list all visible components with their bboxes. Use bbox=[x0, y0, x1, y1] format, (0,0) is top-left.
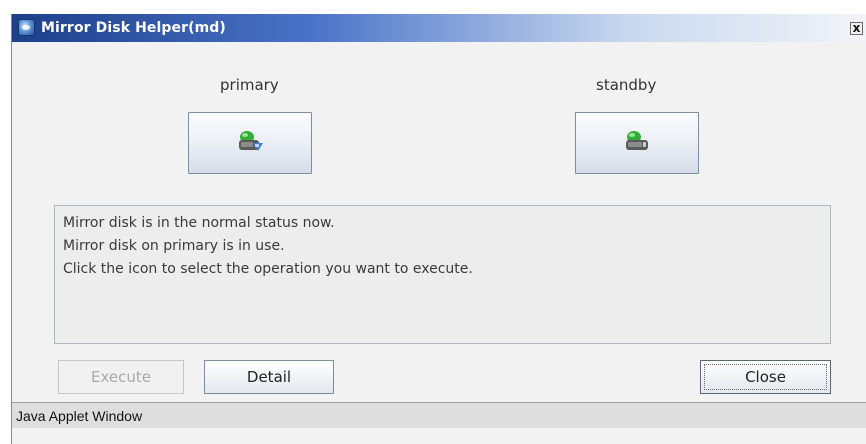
window-title: Mirror Disk Helper(md) bbox=[41, 20, 226, 36]
mirror-disk-helper-window: Mirror Disk Helper(md) x primary standby… bbox=[11, 14, 866, 444]
status-message-line: Mirror disk on primary is in use. bbox=[63, 238, 285, 254]
primary-label: primary bbox=[220, 76, 279, 94]
primary-disk-button[interactable] bbox=[188, 112, 312, 174]
disk-icon bbox=[626, 131, 648, 150]
status-message-panel: Mirror disk is in the normal status now.… bbox=[54, 205, 831, 344]
close-button[interactable]: Close bbox=[700, 360, 831, 394]
status-message-line: Mirror disk is in the normal status now. bbox=[63, 215, 335, 231]
disk-active-icon bbox=[239, 131, 263, 151]
app-icon bbox=[18, 19, 35, 36]
detail-button[interactable]: Detail bbox=[204, 360, 334, 394]
standby-disk-button[interactable] bbox=[575, 112, 699, 174]
close-window-button[interactable]: x bbox=[850, 22, 863, 35]
status-bar-text: Java Applet Window bbox=[16, 408, 143, 424]
status-message-line: Click the icon to select the operation y… bbox=[63, 261, 473, 277]
focus-outline bbox=[704, 364, 827, 390]
title-bar[interactable]: Mirror Disk Helper(md) x bbox=[12, 14, 866, 42]
standby-label: standby bbox=[596, 76, 657, 94]
execute-button[interactable]: Execute bbox=[58, 360, 184, 394]
applet-status-bar: Java Applet Window bbox=[12, 402, 866, 428]
